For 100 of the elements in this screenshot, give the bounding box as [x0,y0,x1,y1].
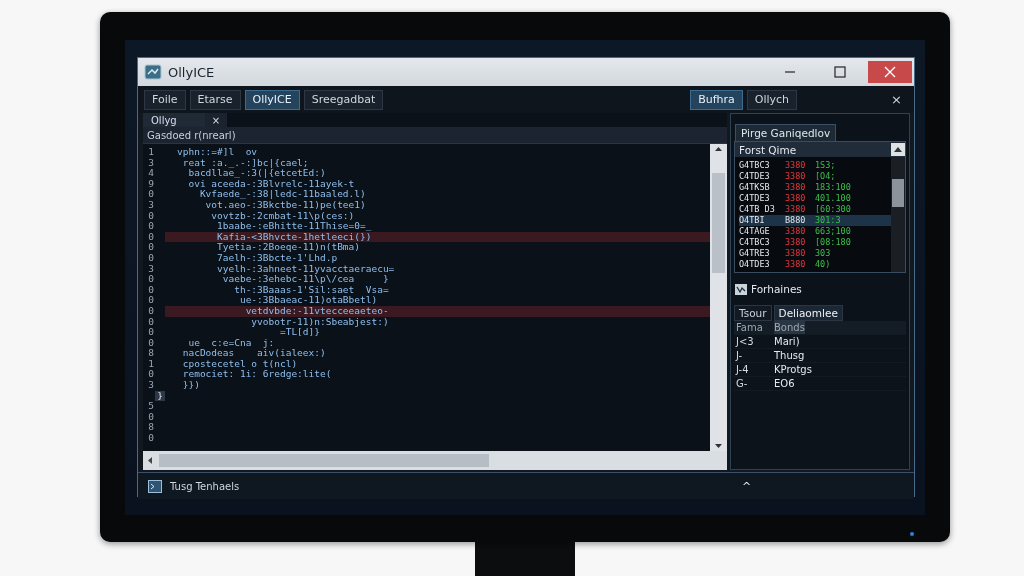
table-cell: 301:3 [815,215,841,226]
expand-button[interactable]: ^ [738,479,756,493]
tab[interactable]: Sreegadbat [303,89,384,110]
table-cell-text: 3380 [785,160,807,171]
editor-tab[interactable]: Ollyg [143,113,205,127]
table-cell: [08:180 [815,237,851,248]
tab[interactable]: Bufhra [690,89,743,110]
table-row[interactable]: G4TBC3 3380 1S3; [739,160,891,171]
table-row[interactable]: C4TDE3 3380 401.100 [739,193,891,204]
line-number: 0 [147,189,155,200]
table-cell: EO6 [774,377,795,390]
table-cell-text: C4TAGE [739,226,771,237]
line-number: 0 [147,295,155,306]
line-number: 9 [147,178,155,190]
line-number: 1 [147,147,155,158]
table-cell-text: C4TBC3 [739,237,771,248]
table-row[interactable]: G4TKSB 3380 183:100 [739,182,891,193]
code-line: }}) [181,380,201,391]
line-number: 0 [147,231,155,243]
status-text: Tusg Tenhaels [170,480,241,492]
table-cell-text: 3380 [785,237,807,248]
line-number: } [155,390,165,402]
table-cell-text: 3380 [785,226,807,237]
table-cell: 1S3; [815,160,836,171]
table-cell-text: 3380 [785,182,807,193]
close-tab-button[interactable]: × [205,113,227,127]
column-header: Bonds [774,321,805,334]
line-number: 3 [147,157,155,169]
table-cell-text: O4TBI [739,215,766,226]
code-line: 1baabe-:eBhitte-11Thise=0=_ [217,221,373,232]
code-line: bacdllae_-:3(|{etcetEd:) [187,168,327,179]
tab[interactable]: Tsour [734,305,772,321]
line-number: 8 [147,348,155,359]
scroll-up-button[interactable] [891,143,905,156]
vertical-scrollbar[interactable] [710,144,727,451]
panel-title: Forhaines [751,283,802,295]
line-number: 3 [147,380,155,391]
line-number: 8 [147,422,155,434]
table-cell-text: G4TBC3 [739,160,771,171]
tab[interactable]: Etarse [189,89,241,110]
editor-subtitle: Gasdoed r(nrearl) [147,129,237,141]
line-number: 4 [147,168,155,179]
table-cell-text: G4TRE3 [739,248,771,259]
code-line: nacDodeas aiv(ialeex:) [181,348,327,359]
caret-up-icon [894,147,902,152]
table-cell: Thusg [774,349,805,362]
table-cell-text: J-4 [734,363,750,376]
code-line: reat :a._.-:]bc|{cael; [182,157,309,168]
chart-icon [735,283,747,295]
line-number: 0 [147,242,155,253]
window-title: OllyICE [168,64,216,80]
column-header: Forst Qime [739,143,798,156]
line-number: 0 [147,274,155,285]
table-cell-text: 3380 [785,171,807,182]
code-line: ovi aceeda-:3Blvrelc-11ayek-t [187,178,356,190]
table-cell: 401.100 [815,193,851,204]
app-icon [144,64,162,80]
table-row[interactable]: C4TB D3 3380 [60:300 [739,204,891,215]
code-line: ue c:e=Cna j: [187,337,276,349]
table-row[interactable]: C4TBC3 3380 [08:180 [739,237,891,248]
panel-tab[interactable]: Pirge Ganiqedlov [735,124,837,141]
table-row[interactable]: C4TDE3 3380 [O4; [739,171,891,182]
scroll-up-icon [714,146,723,152]
table-row[interactable]: O4TBI B880 301:3 [739,215,891,226]
table-row[interactable]: G4TRE3 3380 303 [739,248,891,259]
code-line: ue-:3Bbaeac-11)otaBbetl) [238,295,379,306]
code-line: 7aelh-:3Bbcte-1'Lhd.p [216,252,338,264]
horizontal-scrollbar[interactable] [143,451,727,470]
close-button[interactable] [868,61,912,83]
table-cell: 303 [815,248,831,259]
table-cell: [O4; [815,171,836,182]
code-line: th-:3Baaas-1'Sil:saet Vsa= [234,284,390,296]
table-cell-text: 3380 [785,248,807,259]
terminal-icon [148,479,162,493]
line-number: 0 [147,284,155,296]
code-line: Kvfaede_-:38|ledc-11baaled.l) [198,189,367,200]
tab[interactable]: Ollych [746,89,798,110]
scroll-down-icon [714,443,723,449]
table-cell-text: J- [734,349,744,362]
line-number: 0 [147,305,155,317]
table-cell-text: J<3 [734,335,755,348]
vertical-scrollbar[interactable] [891,157,905,272]
code-line: vaebe-:3ehebc-11\p\/cea } [222,274,389,285]
close-panel-button[interactable]: × [885,92,908,107]
line-number: 0 [147,327,155,338]
tab[interactable]: OllyICE [244,89,300,110]
code-line: =TL[d]} [279,327,320,338]
code-line: Tyetia-:2Boeqe-11)n(tBma) [216,242,362,253]
line-number: 0 [147,433,155,444]
code-line: vovtzb-:2cmbat-11\p(ces:) [211,210,355,221]
line-number: 0 [147,369,155,381]
table-cell-text: G4TKSB [739,182,771,193]
tab[interactable]: Foile [144,89,186,110]
tab[interactable]: Deliaomlee [773,305,843,321]
table-cell: 40) [815,259,831,270]
line-number: 0 [147,252,155,264]
code-line: yvobotr-11)n:Sbeabjest:) [250,316,390,328]
table-row[interactable]: O4TDE3 3380 40) [739,259,891,270]
table-row[interactable]: C4TAGE 3380 663;100 [739,226,891,237]
table-cell-text: C4TDE3 [739,193,771,204]
